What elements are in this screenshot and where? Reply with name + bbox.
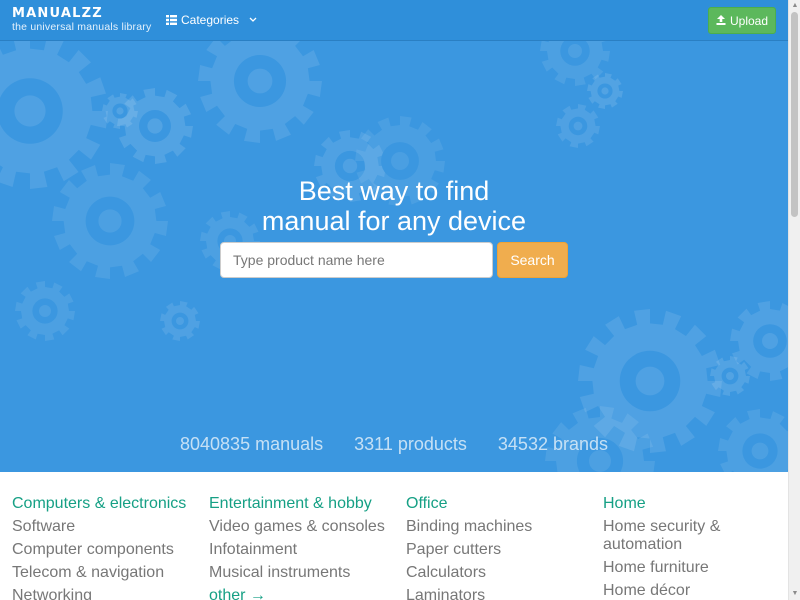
category-heading[interactable]: Office	[406, 495, 596, 513]
category-heading[interactable]: Home	[603, 495, 778, 513]
gear-decoration	[556, 104, 600, 148]
category-grid: Computers & electronics Software Compute…	[0, 472, 788, 600]
hero-title: Best way to find manual for any device	[0, 176, 788, 236]
list-icon	[166, 15, 177, 25]
hero-title-line1: Best way to find	[298, 176, 490, 206]
category-link[interactable]: Infotainment	[209, 541, 399, 559]
scrollbar-thumb[interactable]	[791, 12, 798, 217]
other-link[interactable]: other →	[209, 587, 399, 600]
page-scrollbar[interactable]: ▲ ▼	[788, 0, 800, 600]
scroll-up-arrow-icon[interactable]: ▲	[791, 2, 799, 10]
category-link[interactable]: Home furniture	[603, 559, 778, 577]
category-link[interactable]: Computer components	[12, 541, 202, 559]
hero-banner: Best way to find manual for any device S…	[0, 41, 788, 472]
chevron-down-icon	[249, 17, 257, 23]
upload-label: Upload	[729, 13, 769, 28]
search-button[interactable]: Search	[497, 242, 568, 278]
category-link[interactable]: Home décor	[603, 582, 778, 600]
brand-subtitle: the universal manuals library	[12, 21, 152, 34]
category-link[interactable]: Paper cutters	[406, 541, 596, 559]
gear-decoration	[587, 73, 623, 109]
category-heading[interactable]: Computers & electronics	[12, 495, 202, 513]
category-link[interactable]: Video games & consoles	[209, 518, 399, 536]
category-heading[interactable]: Entertainment & hobby	[209, 495, 399, 513]
upload-button[interactable]: Upload	[708, 7, 776, 34]
categories-label: Categories	[181, 13, 240, 27]
category-link[interactable]: Home security & automation	[603, 518, 778, 554]
category-column-computers: Computers & electronics Software Compute…	[12, 495, 202, 600]
brand-title: MANUALZZ	[12, 6, 103, 22]
brand-logo[interactable]: MANUALZZ the universal manuals library	[12, 7, 151, 33]
scroll-down-arrow-icon[interactable]: ▼	[791, 590, 799, 598]
category-link[interactable]: Calculators	[406, 564, 596, 582]
category-column-entertainment: Entertainment & hobby Video games & cons…	[209, 495, 399, 600]
gear-decoration	[15, 281, 75, 341]
upload-icon	[716, 14, 726, 28]
category-link[interactable]: Software	[12, 518, 202, 536]
category-column-home: Home Home security & automation Home fur…	[603, 495, 778, 600]
category-link[interactable]: Networking	[12, 587, 202, 600]
category-link[interactable]: Telecom & navigation	[12, 564, 202, 582]
search-input[interactable]	[220, 242, 493, 278]
hero-title-line2: manual for any device	[261, 206, 527, 236]
stats-bar: 8040835 manuals 3311 products 34532 bran…	[0, 434, 788, 455]
category-link[interactable]: Binding machines	[406, 518, 596, 536]
stat-manuals: 8040835 manuals	[180, 434, 324, 454]
category-column-office: Office Binding machines Paper cutters Ca…	[406, 495, 596, 600]
categories-dropdown[interactable]: Categories	[166, 13, 257, 27]
stat-brands: 34532 brands	[497, 434, 608, 454]
gear-decoration	[160, 301, 200, 341]
gear-decoration	[198, 41, 322, 143]
navbar: MANUALZZ the universal manuals library C…	[0, 0, 788, 41]
stat-products: 3311 products	[354, 434, 467, 454]
category-link[interactable]: Laminators	[406, 587, 596, 600]
category-link[interactable]: Musical instruments	[209, 564, 399, 582]
